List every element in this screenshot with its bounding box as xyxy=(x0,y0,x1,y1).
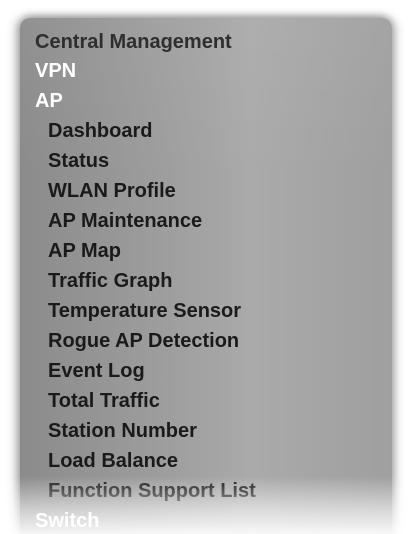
menu-item-switch[interactable]: Switch xyxy=(35,507,99,534)
submenu-item-function-support-list[interactable]: Function Support List xyxy=(48,477,256,505)
menu-item-label: AP xyxy=(35,90,63,112)
submenu-item-label: WLAN Profile xyxy=(48,180,176,202)
submenu-item-total-traffic[interactable]: Total Traffic xyxy=(48,387,160,415)
menu-item-label: Central Management xyxy=(35,31,232,53)
submenu-item-event-log[interactable]: Event Log xyxy=(48,357,145,385)
menu-item-ap[interactable]: AP xyxy=(35,87,63,115)
menu-item-label: Switch xyxy=(35,510,100,532)
submenu-item-label: Traffic Graph xyxy=(48,270,173,292)
submenu-item-label: AP Maintenance xyxy=(48,210,203,232)
submenu-item-label: Load Balance xyxy=(48,450,179,472)
submenu-item-label: Rogue AP Detection xyxy=(48,330,240,352)
submenu-item-load-balance[interactable]: Load Balance xyxy=(48,447,178,475)
submenu-item-ap-map[interactable]: AP Map xyxy=(48,237,121,265)
submenu-item-label: AP Map xyxy=(48,240,121,262)
submenu-item-rogue-ap-detection[interactable]: Rogue AP Detection xyxy=(48,327,239,355)
submenu-item-station-number[interactable]: Station Number xyxy=(48,417,197,445)
submenu-item-label: Total Traffic xyxy=(48,390,160,412)
submenu-item-traffic-graph[interactable]: Traffic Graph xyxy=(48,267,172,295)
submenu-item-label: Dashboard xyxy=(48,120,153,142)
submenu-item-status[interactable]: Status xyxy=(48,147,109,175)
screen: Central Management VPN AP Dashboard Stat… xyxy=(0,0,409,534)
submenu-item-wlan-profile[interactable]: WLAN Profile xyxy=(48,177,176,205)
menu-item-central-management[interactable]: Central Management xyxy=(35,28,232,56)
menu-item-vpn[interactable]: VPN xyxy=(35,57,76,85)
submenu-item-label: Temperature Sensor xyxy=(48,300,242,322)
submenu-item-label: Station Number xyxy=(48,420,197,442)
menu-item-label: VPN xyxy=(35,60,77,82)
submenu-item-temperature-sensor[interactable]: Temperature Sensor xyxy=(48,297,241,325)
submenu-item-label: Function Support List xyxy=(48,480,256,502)
navigation-menu: Central Management VPN AP Dashboard Stat… xyxy=(20,18,392,534)
submenu-item-ap-maintenance[interactable]: AP Maintenance xyxy=(48,207,202,235)
submenu-item-label: Status xyxy=(48,150,110,172)
submenu-item-label: Event Log xyxy=(48,360,145,382)
submenu-item-dashboard[interactable]: Dashboard xyxy=(48,117,152,145)
